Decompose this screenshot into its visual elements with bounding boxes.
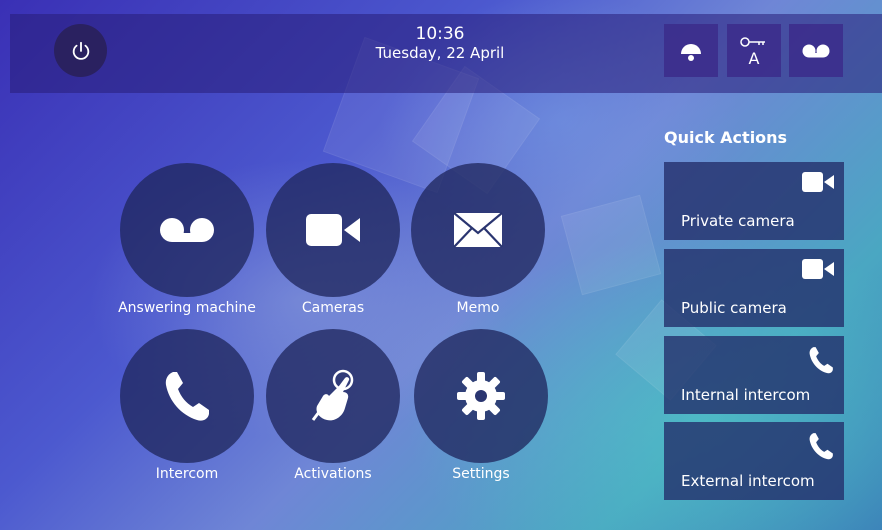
memo-button[interactable] [411, 163, 545, 297]
answering-machine-toggle[interactable] [789, 24, 843, 77]
camera-icon [802, 172, 834, 192]
quick-action-label: Private camera [681, 212, 795, 230]
phone-icon [809, 347, 833, 374]
intercom-button[interactable] [120, 329, 254, 463]
hand-pointer-icon [311, 369, 354, 421]
quick-action-internal-intercom[interactable]: Internal intercom [664, 336, 844, 414]
memo-label: Memo [456, 300, 500, 316]
bell-icon [681, 43, 701, 61]
clock: 10:36 Tuesday, 22 April [340, 24, 540, 62]
bell-button[interactable] [664, 24, 718, 77]
camera-icon [802, 259, 834, 279]
answering-machine-icon [802, 44, 830, 57]
envelope-icon [453, 212, 503, 248]
power-icon [72, 41, 89, 60]
settings-label: Settings [452, 466, 510, 482]
phone-icon [165, 372, 209, 421]
top-bar: 10:36 Tuesday, 22 April A [10, 14, 882, 93]
quick-action-label: Public camera [681, 299, 787, 317]
answering-machine-icon [160, 218, 214, 242]
answering-machine-button[interactable] [120, 163, 254, 297]
quick-actions-title: Quick Actions [664, 128, 788, 147]
clock-time: 10:36 [415, 24, 465, 44]
clock-date: Tuesday, 22 April [375, 44, 505, 62]
quick-action-label: External intercom [681, 472, 815, 490]
quick-action-public-camera[interactable]: Public camera [664, 249, 844, 327]
cameras-button[interactable] [266, 163, 400, 297]
power-button[interactable] [54, 24, 107, 77]
camera-icon [306, 214, 360, 246]
key-a-letter: A [749, 49, 760, 68]
quick-action-private-camera[interactable]: Private camera [664, 162, 844, 240]
key-a-icon: A [740, 36, 765, 68]
quick-action-external-intercom[interactable]: External intercom [664, 422, 844, 500]
quick-action-label: Internal intercom [681, 386, 811, 404]
activations-button[interactable] [266, 329, 400, 463]
background-cube [560, 194, 662, 296]
gear-icon [457, 372, 505, 420]
door-key-button[interactable]: A [727, 24, 781, 77]
phone-icon [809, 433, 833, 460]
screen: 10:36 Tuesday, 22 April A Answering mach… [10, 14, 882, 530]
settings-button[interactable] [414, 329, 548, 463]
